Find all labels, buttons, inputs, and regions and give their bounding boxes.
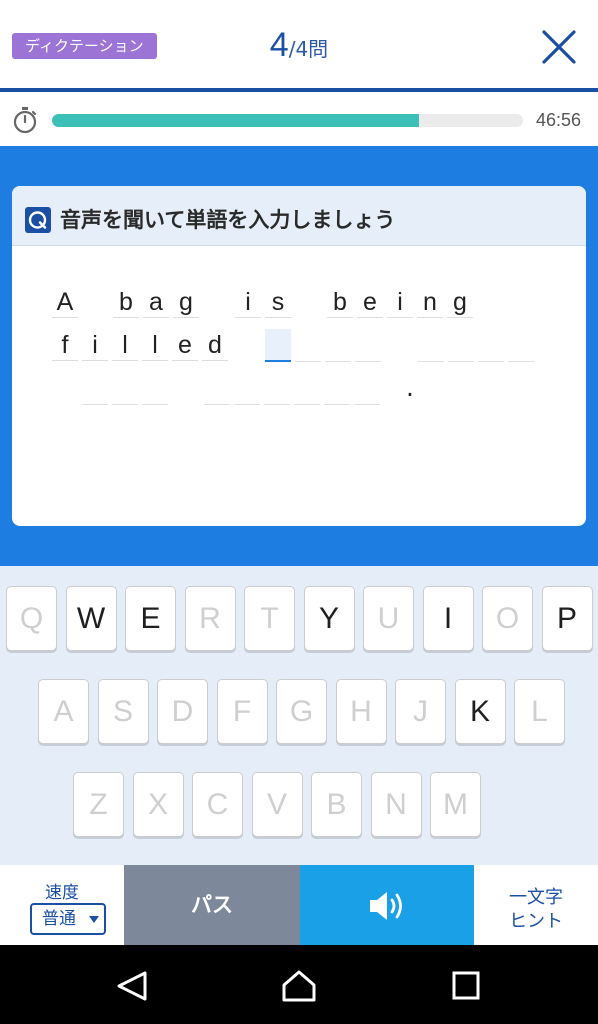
speed-value: 普通 (42, 909, 76, 929)
letter: i (235, 286, 261, 318)
key-r[interactable]: R (184, 586, 236, 651)
sentence-period: . (406, 373, 414, 402)
letter: g (447, 286, 473, 318)
letter-slot[interactable] (355, 329, 381, 362)
key-u[interactable]: U (363, 586, 414, 651)
letter: g (173, 286, 199, 318)
back-icon[interactable] (113, 969, 151, 1003)
current-question-number: 4 (269, 26, 289, 64)
letter: l (142, 329, 168, 361)
key-d[interactable]: D (157, 679, 208, 744)
letter: e (172, 329, 198, 361)
question-counter: 4/4問 (0, 26, 598, 65)
close-button[interactable] (538, 26, 580, 68)
key-w[interactable]: W (65, 586, 117, 651)
letter: a (143, 286, 169, 318)
letter-slot[interactable] (82, 372, 108, 405)
timer-text: 46:56 (536, 110, 582, 130)
letter: f (52, 329, 78, 361)
sentence-area: A b a g i s b e i n g f i l l e d . (50, 286, 570, 415)
letter-slot[interactable] (508, 329, 534, 362)
key-m[interactable]: M (430, 772, 481, 837)
letter: i (387, 286, 413, 318)
close-icon (542, 30, 576, 64)
system-nav-bar (0, 945, 598, 1024)
letter-slot[interactable] (448, 329, 474, 362)
question-icon (25, 207, 51, 233)
key-b[interactable]: B (311, 772, 362, 837)
letter-keyboard: QWERTYUIOP ASDFGHJKL ZXCVBNM (0, 566, 598, 865)
pass-button[interactable]: パス (124, 865, 300, 945)
letter-slot[interactable] (264, 372, 290, 405)
letter: b (327, 286, 353, 318)
key-h[interactable]: H (335, 679, 387, 744)
action-bar: 速度 普通 パス 一文字 ヒント (0, 865, 598, 945)
sentence-line: A b a g i s b e i n g (50, 286, 570, 329)
key-n[interactable]: N (370, 772, 422, 837)
key-j[interactable]: J (395, 679, 446, 744)
letter: i (82, 329, 108, 361)
key-x[interactable]: X (132, 772, 184, 837)
letter-slot[interactable] (294, 372, 320, 405)
letter: s (265, 286, 291, 318)
total-questions: /4問 (288, 37, 329, 61)
hint-label-line1: 一文字 (509, 887, 563, 908)
progress-bar-fill (52, 114, 420, 127)
letter-slot[interactable] (418, 329, 444, 362)
key-g[interactable]: G (276, 679, 327, 744)
letter-slot[interactable] (354, 372, 380, 405)
key-v[interactable]: V (251, 772, 303, 837)
hint-button[interactable]: 一文字 ヒント (474, 865, 598, 945)
key-p[interactable]: P (541, 586, 593, 651)
key-q[interactable]: Q (6, 586, 57, 651)
card-title: 音声を聞いて単語を入力しましょう (60, 208, 396, 232)
stopwatch-icon (13, 107, 37, 134)
key-s[interactable]: S (97, 679, 149, 744)
hint-label-line2: ヒント (509, 911, 563, 932)
letter-slot[interactable] (142, 372, 168, 405)
letter-slot[interactable] (234, 372, 260, 405)
recent-apps-icon[interactable] (448, 969, 484, 1003)
key-z[interactable]: Z (73, 772, 124, 837)
key-l[interactable]: L (514, 679, 565, 744)
letter-slot[interactable] (325, 329, 351, 362)
speed-control: 速度 普通 (0, 865, 124, 945)
letter: d (202, 329, 228, 361)
key-y[interactable]: Y (303, 586, 355, 651)
header-bar: ディクテーション 4/4問 (0, 0, 598, 88)
key-k[interactable]: K (454, 679, 506, 744)
key-e[interactable]: E (125, 586, 176, 651)
key-a[interactable]: A (38, 679, 89, 744)
letter: e (357, 286, 383, 318)
key-f[interactable]: F (216, 679, 268, 744)
letter-slot[interactable] (204, 372, 230, 405)
letter-slot-active[interactable] (265, 329, 291, 362)
key-i[interactable]: I (422, 586, 474, 651)
letter: l (112, 329, 138, 361)
letter-slot[interactable] (112, 372, 138, 405)
dropdown-arrow-icon (89, 916, 99, 923)
home-icon[interactable] (280, 969, 318, 1003)
sentence-line: f i l l e d (50, 329, 570, 372)
speaker-icon (370, 892, 402, 920)
question-card: 音声を聞いて単語を入力しましょう A b a g i s b e i n g f… (12, 186, 586, 526)
sentence-line: . (50, 372, 570, 415)
speed-select[interactable]: 普通 (30, 903, 106, 935)
key-t[interactable]: T (244, 586, 295, 651)
letter: n (417, 286, 443, 318)
letter-slot[interactable] (478, 329, 504, 362)
progress-bar (52, 114, 523, 127)
letter: A (52, 286, 78, 318)
key-c[interactable]: C (192, 772, 243, 837)
letter-slot[interactable] (295, 329, 321, 362)
letter: b (113, 286, 139, 318)
speed-label: 速度 (45, 883, 79, 903)
letter-slot[interactable] (324, 372, 350, 405)
question-area: 音声を聞いて単語を入力しましょう A b a g i s b e i n g f… (0, 146, 598, 566)
key-o[interactable]: O (482, 586, 533, 651)
card-header: 音声を聞いて単語を入力しましょう (12, 186, 586, 246)
play-sound-button[interactable] (300, 865, 474, 945)
progress-row: 46:56 (0, 92, 598, 146)
